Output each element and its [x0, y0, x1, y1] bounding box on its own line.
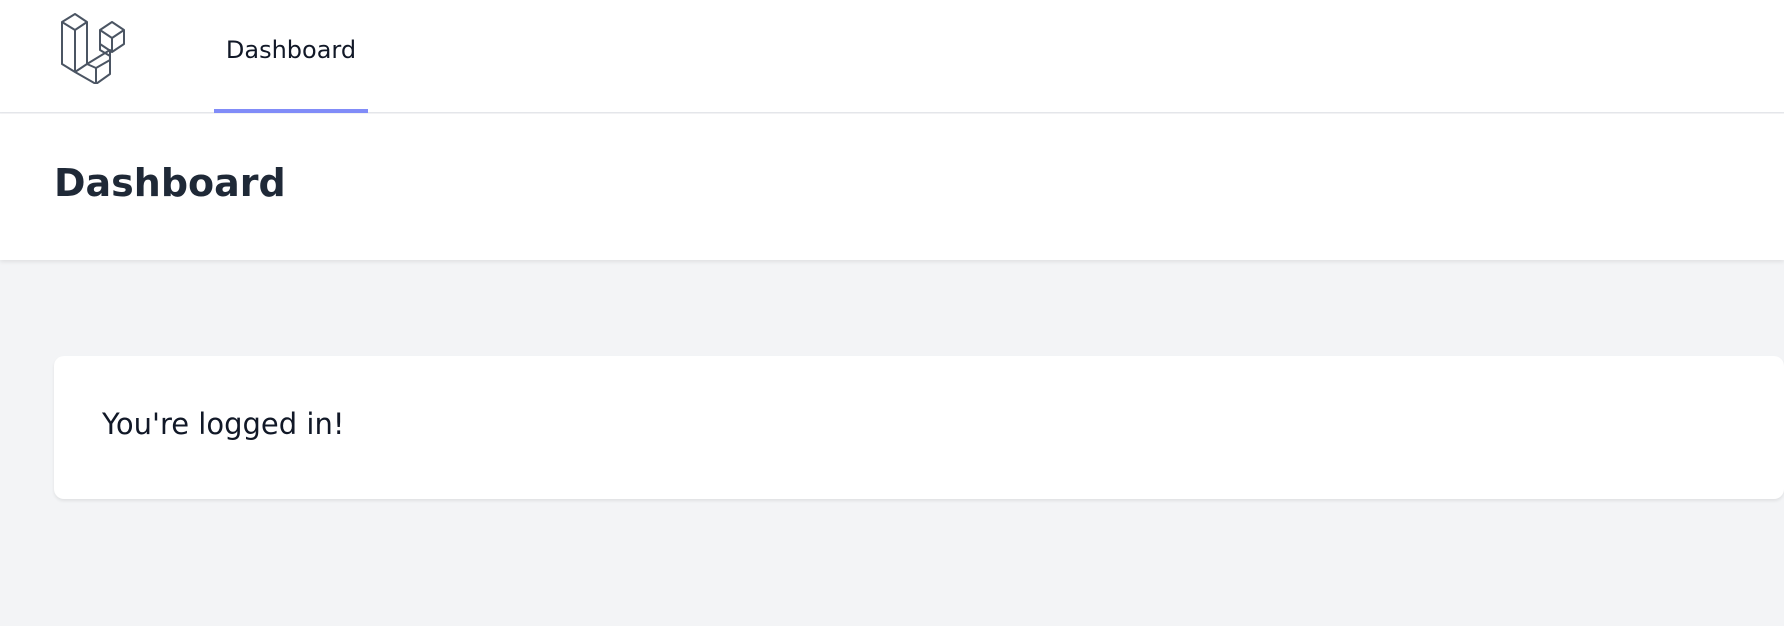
top-navigation: Dashboard [0, 0, 1784, 113]
login-status-message: You're logged in! [102, 407, 345, 441]
nav-link-dashboard[interactable]: Dashboard [214, 0, 368, 113]
page-header: Dashboard [0, 114, 1784, 260]
laravel-logo-icon[interactable] [60, 12, 132, 84]
page-title: Dashboard [54, 161, 286, 205]
status-card: You're logged in! [54, 356, 1784, 499]
